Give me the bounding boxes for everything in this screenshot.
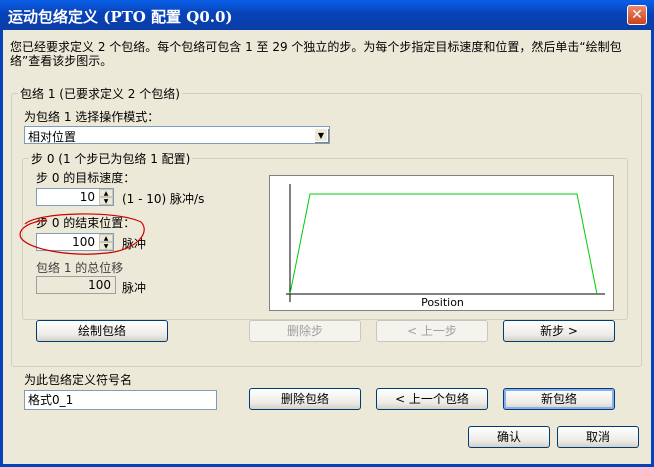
spin-up-icon[interactable]: ▲ bbox=[99, 189, 113, 197]
cancel-button[interactable]: 取消 bbox=[557, 426, 639, 448]
spin-down-icon[interactable]: ▼ bbox=[99, 197, 113, 205]
profile-group-legend: 包络 1 (已要求定义 2 个包络) bbox=[20, 87, 180, 101]
mode-select-value: 相对位置 bbox=[28, 130, 77, 144]
total-displacement-value: 100 bbox=[36, 276, 116, 294]
delete-step-button[interactable]: 删除步 bbox=[249, 320, 361, 342]
chevron-down-icon[interactable]: ▼ bbox=[314, 128, 328, 142]
speed-input[interactable]: 10 ▲ ▼ bbox=[36, 188, 114, 206]
mode-label: 为包络 1 选择操作模式： bbox=[24, 110, 160, 124]
speed-value: 10 bbox=[79, 190, 95, 204]
symbol-name-label: 为此包络定义符号名 bbox=[24, 373, 133, 387]
mode-select[interactable]: 相对位置 ▼ bbox=[24, 126, 330, 144]
close-button[interactable]: ✕ bbox=[627, 5, 647, 25]
close-icon: ✕ bbox=[631, 7, 643, 23]
speed-range-label: (1 - 10) 脉冲/s bbox=[122, 192, 205, 206]
new-step-button[interactable]: 新步 > bbox=[503, 320, 615, 342]
ok-button[interactable]: 确认 bbox=[468, 426, 550, 448]
previous-profile-button[interactable]: < 上一个包络 bbox=[376, 388, 488, 410]
red-annotation-circle bbox=[19, 213, 145, 255]
intro-text: 您已经要求定义 2 个包络。每个包络可包含 1 至 29 个独立的步。为每个步指… bbox=[10, 40, 622, 68]
speed-spinner[interactable]: ▲ ▼ bbox=[99, 189, 113, 205]
profile-graph: Position bbox=[269, 175, 614, 311]
profile-line bbox=[289, 193, 598, 295]
graph-x-label: Position bbox=[421, 296, 464, 309]
window-frame-left bbox=[0, 30, 3, 467]
draw-profile-button[interactable]: 绘制包络 bbox=[36, 320, 168, 342]
profile-graph-svg bbox=[286, 184, 605, 302]
total-displacement-label: 包络 1 的总位移 bbox=[36, 261, 124, 275]
window-title: 运动包络定义 (PTO 配置 Q0.0) bbox=[8, 8, 233, 26]
previous-step-button[interactable]: < 上一步 bbox=[376, 320, 488, 342]
new-profile-button[interactable]: 新包络 bbox=[503, 388, 615, 410]
total-displacement-unit: 脉冲 bbox=[122, 281, 147, 295]
speed-label: 步 0 的目标速度： bbox=[36, 171, 136, 185]
symbol-name-input[interactable]: 格式0_1 bbox=[24, 390, 217, 410]
step-group-legend: 步 0 (1 个步已为包络 1 配置) bbox=[31, 152, 191, 166]
delete-profile-button[interactable]: 删除包络 bbox=[249, 388, 361, 410]
